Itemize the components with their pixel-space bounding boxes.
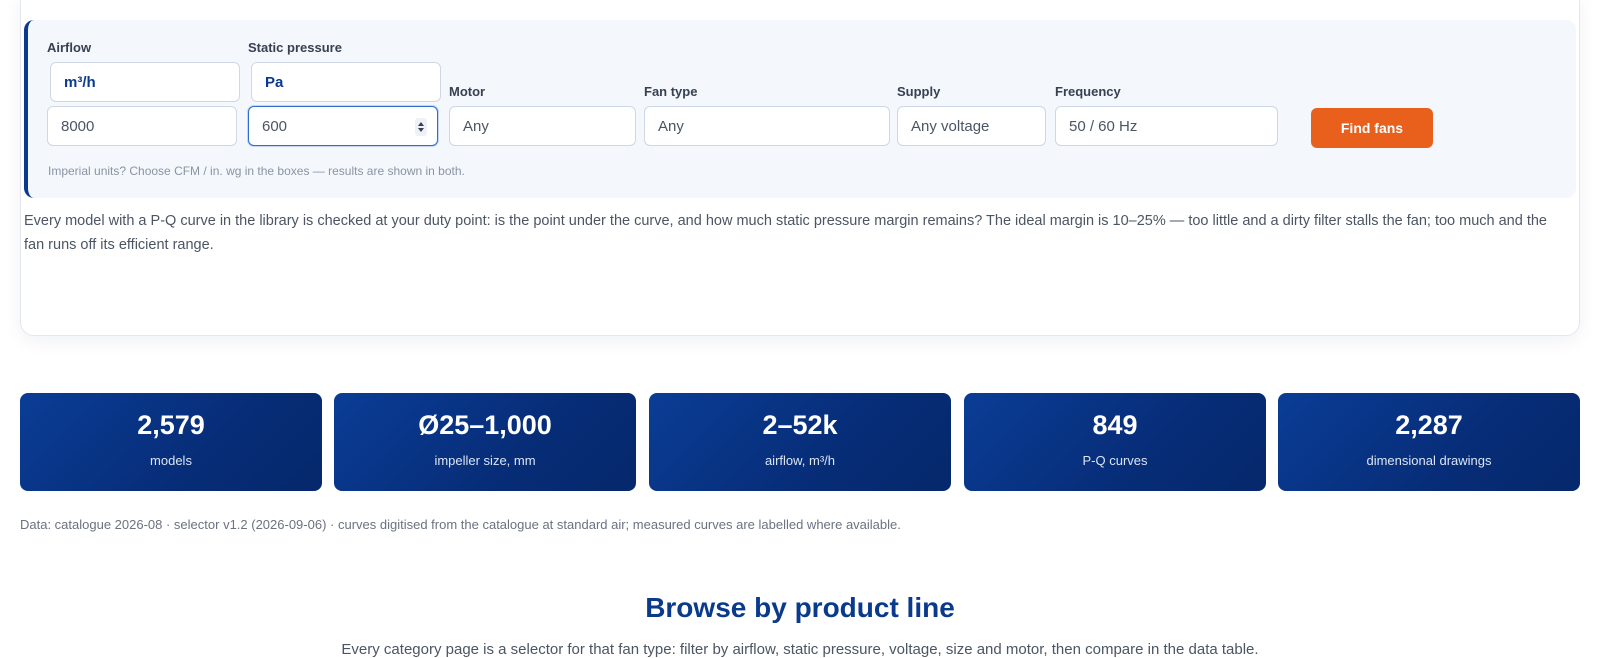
static-pressure-unit-select[interactable]: Pa [251, 62, 441, 102]
fan-type-label: Fan type [644, 84, 698, 99]
stat-value: Ø25–1,000 [418, 410, 552, 440]
motor-label: Motor [449, 84, 486, 99]
selector-description: Every model with a P-Q curve in the libr… [24, 213, 1547, 253]
stat-value: 2–52k [762, 410, 838, 440]
number-stepper-icon[interactable] [415, 118, 427, 136]
data-source-note: Data: catalogue 2026-08 · selector v1.2 … [20, 517, 901, 532]
fan-type-value: Any [658, 117, 684, 135]
static-pressure-input[interactable]: 600 [248, 106, 438, 146]
stat-value: 2,579 [137, 410, 205, 440]
frequency-select[interactable]: 50 / 60 Hz [1055, 106, 1278, 146]
static-pressure-unit-value: Pa [265, 73, 284, 91]
find-fans-button[interactable]: Find fans [1311, 108, 1433, 148]
imperial-units-hint: Imperial units? Choose CFM / in. wg in t… [48, 164, 465, 178]
airflow-value: 8000 [61, 117, 95, 135]
stat-label: impeller size, mm [434, 453, 536, 468]
static-pressure-label: Static pressure [248, 40, 342, 55]
airflow-unit-value: m³/h [64, 73, 96, 91]
supply-value: Any voltage [911, 117, 990, 135]
supply-label: Supply [897, 84, 941, 99]
stat-value: 2,287 [1395, 410, 1463, 440]
motor-value: Any [463, 117, 489, 135]
motor-select[interactable]: Any [449, 106, 636, 146]
airflow-input[interactable]: 8000 [47, 106, 237, 146]
stat-card: 2,579 models [20, 393, 322, 491]
supply-select[interactable]: Any voltage [897, 106, 1046, 146]
stat-card: 849 P-Q curves [964, 393, 1266, 491]
stat-card: 2–52k airflow, m³/h [649, 393, 951, 491]
stat-value: 849 [1092, 410, 1138, 440]
airflow-label: Airflow [47, 40, 92, 55]
fan-type-select[interactable]: Any [644, 106, 890, 146]
stat-label: dimensional drawings [1366, 453, 1492, 468]
stats-row: 2,579 models Ø25–1,000 impeller size, mm… [20, 393, 1580, 491]
stat-label: airflow, m³/h [764, 453, 836, 468]
airflow-unit-select[interactable]: m³/h [50, 62, 240, 102]
stat-card: Ø25–1,000 impeller size, mm [334, 393, 636, 491]
stat-card: 2,287 dimensional drawings [1278, 393, 1580, 491]
stat-label: P-Q curves [1082, 453, 1148, 468]
stat-label: models [150, 453, 192, 468]
static-pressure-value: 600 [262, 117, 288, 135]
browse-section-title: Browse by product line [645, 592, 955, 623]
frequency-value: 50 / 60 Hz [1069, 117, 1138, 135]
frequency-label: Frequency [1055, 84, 1121, 99]
